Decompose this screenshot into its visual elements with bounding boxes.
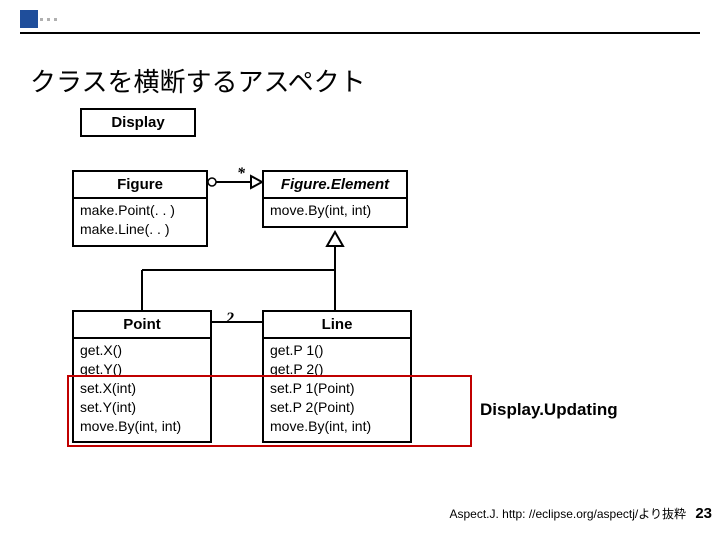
- source-citation: Aspect.J. http: //eclipse.org/aspectj/より…: [449, 505, 686, 522]
- aspect-crosscut-highlight: [67, 375, 472, 447]
- class-line-name: Line: [264, 312, 410, 339]
- multiplicity-two: 2: [226, 310, 234, 328]
- class-point-name: Point: [74, 312, 210, 339]
- multiplicity-star: *: [237, 165, 245, 183]
- class-figure-element-methods: move.By(int, int): [264, 199, 406, 226]
- class-figure-element-name: Figure.Element: [264, 172, 406, 199]
- method-item: make.Point(. . ): [80, 201, 200, 220]
- method-item: make.Line(. . ): [80, 220, 200, 239]
- class-display-name: Display: [82, 110, 194, 135]
- accent-dots-icon: [40, 18, 57, 21]
- page-number: 23: [695, 505, 712, 522]
- title-rule: [20, 32, 700, 34]
- class-figure-methods: make.Point(. . ) make.Line(. . ): [74, 199, 206, 245]
- method-item: move.By(int, int): [270, 201, 400, 220]
- slide-title: クラスを横断するアスペクト: [30, 62, 366, 99]
- method-item: get.X(): [80, 341, 204, 360]
- method-item: get.P 1(): [270, 341, 404, 360]
- class-display: Display: [80, 108, 196, 137]
- class-figure-name: Figure: [74, 172, 206, 199]
- class-figure-element: Figure.Element move.By(int, int): [262, 170, 408, 228]
- accent-square-icon: [20, 10, 38, 28]
- aspect-label: Display.Updating: [480, 400, 618, 420]
- class-figure: Figure make.Point(. . ) make.Line(. . ): [72, 170, 208, 247]
